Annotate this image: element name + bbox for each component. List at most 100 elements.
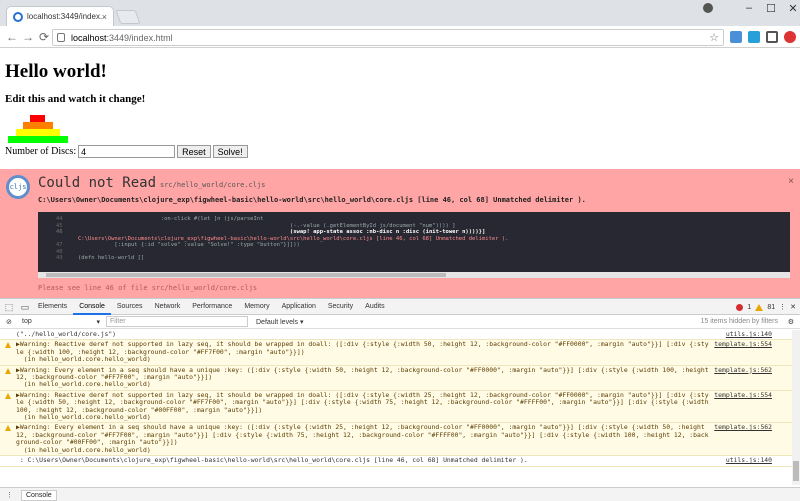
- extension-icon[interactable]: [766, 31, 778, 43]
- devtools-status: 1 81 ⋮ ✕: [736, 299, 796, 315]
- code-excerpt: 44 :on-click #(let [n (js/parseInt 45 (-.…: [38, 212, 790, 272]
- tab-performance[interactable]: Performance: [186, 299, 238, 315]
- error-message: C:\Users\Owner\Documents\clojure_exp\fig…: [38, 196, 586, 204]
- reload-icon[interactable]: ⟳: [36, 29, 52, 45]
- maximize-button[interactable]: ☐: [760, 2, 782, 15]
- tab-title: localhost:3449/index.ht: [27, 12, 102, 21]
- discs-input[interactable]: [78, 145, 176, 158]
- page-subtitle: Edit this and watch it change!: [5, 93, 146, 105]
- line-number: 46: [56, 229, 63, 235]
- console-log-row[interactable]: : C:\Users\Owner\Documents\clojure_exp\f…: [0, 456, 792, 467]
- tower-disc: [16, 129, 60, 136]
- code-line: 49 (defn hello-world []: [56, 255, 780, 262]
- tab-memory[interactable]: Memory: [238, 299, 275, 315]
- console-toolbar: ⊘ top ▾ Filter Default levels ▾ 15 items …: [0, 315, 800, 329]
- devtools-close-icon[interactable]: ✕: [790, 303, 796, 311]
- code-text: :on-click #(let [n (js/parseInt: [78, 216, 264, 222]
- close-icon[interactable]: ×: [788, 176, 794, 187]
- error-title: Could not Read: [38, 175, 157, 191]
- console-warning-row[interactable]: ▶Warning: Every element in a seq should …: [0, 365, 792, 391]
- warning-count[interactable]: 81: [767, 304, 775, 311]
- more-menu-icon[interactable]: ⋮: [779, 303, 786, 311]
- error-hint: Please see line 46 of file src/hello_wor…: [38, 284, 258, 292]
- console-log-row[interactable]: ("../hello_world/core.js") utils.js:140: [0, 330, 792, 341]
- page-favicon-icon: [13, 11, 23, 22]
- url-host: localhost: [71, 32, 107, 43]
- context-value: top: [22, 317, 32, 325]
- console-settings-gear-icon[interactable]: ⚙: [788, 318, 794, 326]
- source-link[interactable]: template.js:562: [714, 424, 772, 432]
- extension-icon[interactable]: [784, 31, 796, 43]
- url-path: :3449/index.html: [106, 32, 173, 43]
- line-number: 49: [56, 255, 63, 261]
- cljs-logo: cljs: [6, 175, 30, 199]
- tab-close-icon[interactable]: ×: [102, 12, 107, 22]
- solve-button[interactable]: Solve!: [212, 145, 248, 158]
- tower-disc: [23, 122, 53, 129]
- tab-application[interactable]: Application: [276, 299, 322, 315]
- console-warning-row[interactable]: ▶Warning: Reactive deref not supported i…: [0, 340, 792, 366]
- close-window-button[interactable]: ✕: [782, 2, 800, 15]
- tab-network[interactable]: Network: [149, 299, 187, 315]
- drawer-menu-icon[interactable]: ⋮: [6, 491, 13, 499]
- new-tab-button[interactable]: [115, 10, 141, 24]
- page-viewport: Hello world! Edit this and watch it chan…: [0, 49, 800, 298]
- console-message: : C:\Users\Owner\Documents\clojure_exp\f…: [16, 456, 528, 465]
- source-link[interactable]: template.js:554: [714, 391, 772, 399]
- back-arrow-icon[interactable]: ←: [4, 29, 20, 45]
- inspect-element-icon[interactable]: ⬚: [2, 300, 16, 314]
- bookmark-star-icon[interactable]: ☆: [709, 31, 719, 44]
- tab-elements[interactable]: Elements: [32, 299, 73, 315]
- error-icon: [736, 303, 744, 311]
- console-scrollbar[interactable]: [792, 330, 800, 485]
- discs-label: Number of Discs:: [5, 146, 77, 157]
- code-text: [:input {:id "solve" :value "Solve!" :ty…: [78, 242, 300, 248]
- context-select[interactable]: top ▾: [22, 318, 100, 326]
- clear-console-icon[interactable]: ⊘: [6, 318, 12, 326]
- tab-sources[interactable]: Sources: [111, 299, 149, 315]
- devtools-tab-list: Elements Console Sources Network Performance…: [32, 299, 391, 315]
- warning-icon: [5, 342, 11, 349]
- code-text: (swap! app-state assoc :nb-disc n :disc …: [78, 229, 486, 235]
- tab-security[interactable]: Security: [322, 299, 359, 315]
- console-filter-input[interactable]: Filter: [106, 316, 248, 327]
- console-messages: ("../hello_world/core.js") utils.js:140 ▶W…: [0, 330, 792, 485]
- tower-disc: [30, 115, 45, 122]
- reset-button[interactable]: Reset: [177, 145, 211, 158]
- source-link[interactable]: utils.js:140: [726, 330, 772, 338]
- code-text: (-.-value (.getElementById js/document "…: [78, 222, 456, 229]
- drawer-console-tab[interactable]: Console: [21, 489, 57, 501]
- profile-icon[interactable]: [703, 3, 713, 13]
- console-warning-row[interactable]: ▶Warning: Reactive deref not supported i…: [0, 390, 792, 424]
- address-bar[interactable]: localhost:3449/index.html ☆: [52, 29, 724, 46]
- tab-console[interactable]: Console: [73, 299, 111, 315]
- console-warning-row[interactable]: ▶Warning: Every element in a seq should …: [0, 423, 792, 457]
- discs-form: Number of Discs: Reset Solve!: [5, 145, 248, 158]
- warning-icon: [755, 303, 764, 311]
- extension-icon[interactable]: [730, 31, 742, 43]
- hanoi-tower: [8, 115, 68, 147]
- code-scrollbar[interactable]: [38, 272, 790, 278]
- code-text: C:\Users\Owner\Documents\clojure_exp\fig…: [78, 235, 509, 242]
- console-message: ▶Warning: Reactive deref not supported i…: [16, 340, 709, 364]
- forward-arrow-icon[interactable]: →: [20, 29, 36, 45]
- browser-toolbar: ← → ⟳ localhost:3449/index.html ☆: [0, 26, 800, 48]
- console-message: ▶Warning: Every element in a seq should …: [16, 423, 709, 454]
- page-title: Hello world!: [5, 61, 107, 82]
- scrollbar-thumb[interactable]: [793, 461, 799, 481]
- tab-audits[interactable]: Audits: [359, 299, 390, 315]
- scrollbar-thumb[interactable]: [46, 273, 446, 277]
- browser-titlebar: localhost:3449/index.ht × – ☐ ✕: [0, 0, 800, 26]
- error-file: src/hello_world/core.cljs: [160, 181, 266, 189]
- source-link[interactable]: utils.js:140: [726, 456, 772, 464]
- minimize-button[interactable]: –: [738, 2, 760, 14]
- page-info-icon[interactable]: [57, 33, 65, 42]
- device-toolbar-icon[interactable]: ▭: [18, 300, 32, 314]
- source-link[interactable]: template.js:562: [714, 366, 772, 374]
- error-count[interactable]: 1: [747, 304, 751, 311]
- browser-tab[interactable]: localhost:3449/index.ht ×: [6, 6, 114, 26]
- source-link[interactable]: template.js:554: [714, 340, 772, 348]
- extension-icon[interactable]: [748, 31, 760, 43]
- console-message: ▶Warning: Every element in a seq should …: [16, 365, 709, 389]
- log-levels-select[interactable]: Default levels ▾: [256, 318, 303, 326]
